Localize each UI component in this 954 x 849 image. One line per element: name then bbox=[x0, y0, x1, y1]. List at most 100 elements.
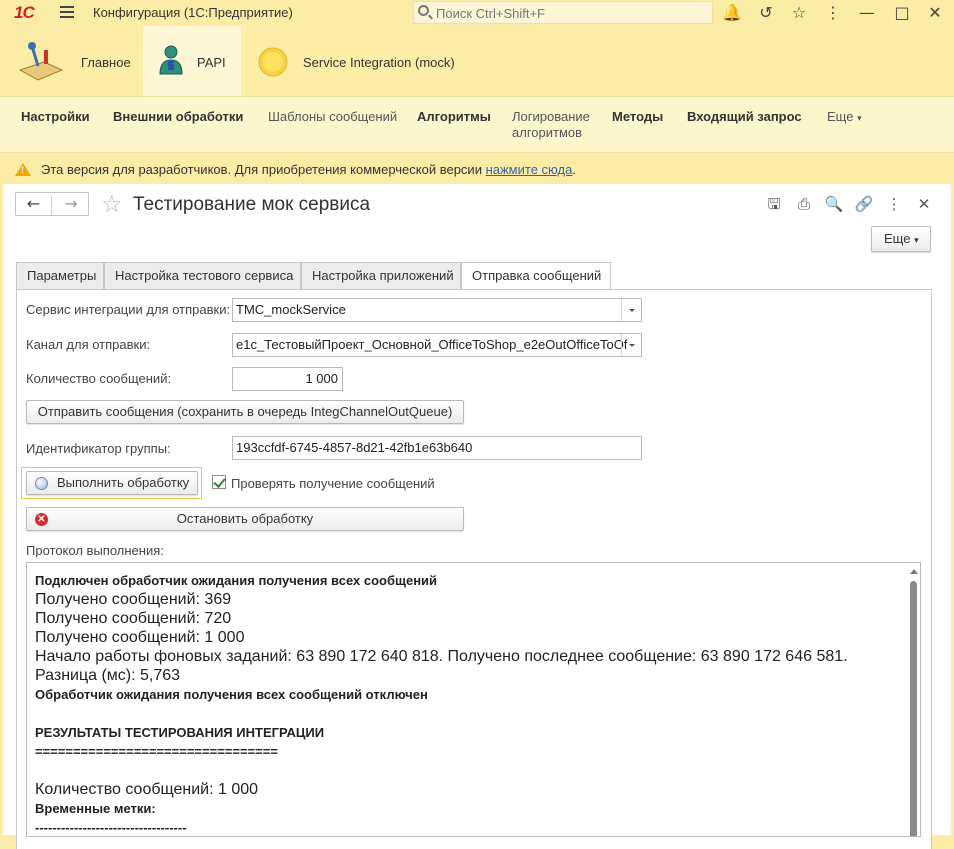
tab-send-messages[interactable]: Отправка сообщений bbox=[461, 262, 611, 291]
log-line: РЕЗУЛЬТАТЫ ТЕСТИРОВАНИЯ ИНТЕГРАЦИИ bbox=[35, 725, 325, 740]
history-icon[interactable]: ↺ bbox=[755, 2, 777, 24]
log-scrollbar[interactable] bbox=[909, 567, 918, 836]
warning-icon bbox=[15, 163, 31, 176]
app-logo: 1С bbox=[14, 3, 35, 22]
protocol-log[interactable]: Подключен обработчик ожидания получения … bbox=[26, 562, 921, 837]
section-label: PAPI bbox=[197, 55, 226, 70]
scroll-up-icon[interactable] bbox=[910, 569, 918, 574]
desk-lamp-icon bbox=[18, 42, 64, 81]
stop-processing-button[interactable]: ✕ Остановить обработку bbox=[26, 507, 464, 531]
developer-warning-bar: Эта версия для разработчиков. Для приобр… bbox=[0, 152, 954, 184]
navigation-buttons: ← → bbox=[15, 192, 89, 216]
search-box[interactable] bbox=[413, 1, 713, 24]
cmd-methods[interactable]: Методы bbox=[612, 109, 663, 125]
cmd-incoming-request[interactable]: Входящий запрос bbox=[687, 109, 802, 125]
check-receipt-label: Проверять получение сообщений bbox=[231, 476, 435, 491]
dropdown-arrow-icon[interactable] bbox=[621, 334, 641, 356]
close-window-icon[interactable]: ✕ bbox=[924, 2, 946, 24]
command-bar: Настройки Внешнии обработки Шаблоны сооб… bbox=[0, 96, 954, 152]
more-vertical-icon[interactable]: ⋮ bbox=[822, 2, 844, 24]
cmd-algorithms[interactable]: Алгоритмы bbox=[417, 109, 491, 125]
favorite-star-icon[interactable]: ☆ bbox=[101, 190, 123, 218]
preview-icon[interactable]: 🔍 bbox=[824, 194, 844, 214]
cmd-external-processing[interactable]: Внешнии обработки bbox=[113, 109, 243, 125]
form-more-label: Еще bbox=[884, 231, 911, 246]
section-main[interactable]: Главное bbox=[0, 26, 143, 96]
cmd-message-templates[interactable]: Шаблоны сообщений bbox=[268, 109, 397, 125]
section-service-integration[interactable]: Service Integration (mock) bbox=[241, 26, 481, 96]
section-papi[interactable]: PAPI bbox=[143, 26, 241, 96]
stop-icon: ✕ bbox=[35, 513, 48, 526]
log-line: Получено сообщений: 1 000 bbox=[35, 629, 245, 646]
purchase-link[interactable]: нажмите сюда bbox=[486, 162, 573, 177]
log-line: ----------------------------------- bbox=[35, 820, 187, 835]
count-input[interactable]: 1 000 bbox=[232, 367, 343, 391]
cmd-logging[interactable]: Логирование алгоритмов bbox=[512, 109, 590, 141]
cmd-more[interactable]: Еще ▾ bbox=[827, 109, 862, 126]
run-icon bbox=[35, 477, 48, 490]
log-line: Получено сообщений: 720 bbox=[35, 610, 232, 627]
link-icon[interactable]: 🔗 bbox=[854, 194, 874, 214]
channel-value: e1c_ТестовыйПроект_Основной_OfficeToShop… bbox=[236, 337, 628, 352]
save-icon[interactable]: 🖫 bbox=[764, 194, 784, 214]
close-icon[interactable]: ✕ bbox=[914, 194, 934, 214]
warning-tail: . bbox=[572, 162, 576, 177]
log-line: Начало работы фоновых заданий: 63 890 17… bbox=[35, 648, 848, 665]
person-icon bbox=[159, 45, 183, 75]
tab-parameters[interactable]: Параметры bbox=[16, 262, 104, 290]
scroll-thumb[interactable] bbox=[910, 581, 917, 836]
cmd-settings[interactable]: Настройки bbox=[21, 109, 90, 125]
send-messages-button[interactable]: Отправить сообщения (сохранить в очередь… bbox=[26, 400, 464, 424]
log-line: Разница (мс): 5,763 bbox=[35, 667, 181, 684]
check-receipt-checkbox[interactable] bbox=[212, 475, 226, 489]
favorites-star-icon[interactable]: ☆ bbox=[788, 2, 810, 24]
title-bar: 1С Конфигурация (1С:Предприятие) 🔔 ↺ ☆ ⋮… bbox=[0, 0, 954, 26]
minimize-icon[interactable]: — bbox=[856, 2, 878, 24]
dropdown-arrow-icon[interactable] bbox=[621, 299, 641, 321]
tab-app-settings[interactable]: Настройка приложений bbox=[301, 262, 461, 290]
cmd-more-label: Еще bbox=[827, 109, 854, 124]
more-vertical-icon[interactable]: ⋮ bbox=[884, 194, 904, 214]
print-icon[interactable]: ⎙ bbox=[794, 194, 814, 214]
group-id-input[interactable]: 193ccfdf-6745-4857-8d21-42fb1e63b640 bbox=[232, 436, 642, 460]
section-panel: Главное PAPI Service Integration (mock) bbox=[0, 26, 954, 96]
log-line: ================================ bbox=[35, 744, 278, 759]
cmd-logging-line1: Логирование bbox=[512, 109, 590, 124]
warning-text: Эта версия для разработчиков. Для приобр… bbox=[41, 162, 576, 177]
protocol-label: Протокол выполнения: bbox=[26, 543, 164, 558]
maximize-icon[interactable]: □ bbox=[891, 2, 913, 24]
form-window: ← → ☆ Тестирование мок сервиса 🖫 ⎙ 🔍 🔗 ⋮… bbox=[3, 184, 951, 849]
service-label: Сервис интеграции для отправки: bbox=[26, 302, 231, 317]
section-label: Главное bbox=[81, 55, 131, 70]
service-value: TMC_mockService bbox=[236, 302, 346, 317]
channel-select[interactable]: e1c_ТестовыйПроект_Основной_OfficeToShop… bbox=[232, 333, 642, 357]
log-lines: Подключен обработчик ожидания получения … bbox=[35, 571, 905, 836]
log-line: Количество сообщений: 1 000 bbox=[35, 781, 259, 798]
log-line: Обработчик ожидания получения всех сообщ… bbox=[35, 687, 428, 702]
run-button-label: Выполнить обработку bbox=[57, 475, 190, 490]
form-more-button[interactable]: Еще ▾ bbox=[871, 226, 931, 252]
forward-arrow-icon[interactable]: → bbox=[53, 195, 89, 215]
service-select[interactable]: TMC_mockService bbox=[232, 298, 642, 322]
form-title: Тестирование мок сервиса bbox=[133, 194, 371, 215]
warning-message: Эта версия для разработчиков. Для приобр… bbox=[41, 162, 486, 177]
window-title: Конфигурация (1С:Предприятие) bbox=[93, 5, 293, 20]
log-line: Временные метки: bbox=[35, 801, 156, 816]
tab-test-service-settings[interactable]: Настройка тестового сервиса bbox=[104, 262, 301, 290]
log-line: Получено сообщений: 369 bbox=[35, 591, 232, 608]
back-arrow-icon[interactable]: ← bbox=[16, 195, 52, 215]
search-input[interactable] bbox=[434, 4, 704, 22]
group-label: Идентификатор группы: bbox=[26, 441, 171, 456]
menu-icon[interactable] bbox=[60, 6, 74, 18]
channel-label: Канал для отправки: bbox=[26, 337, 151, 352]
run-processing-button[interactable]: Выполнить обработку bbox=[26, 471, 198, 495]
stop-button-label: Остановить обработку bbox=[176, 511, 314, 526]
bell-icon[interactable]: 🔔 bbox=[721, 2, 743, 24]
chevron-down-icon: ▾ bbox=[857, 113, 862, 123]
section-label: Service Integration (mock) bbox=[303, 55, 455, 70]
cmd-logging-line2: алгоритмов bbox=[512, 125, 583, 140]
search-icon bbox=[418, 5, 429, 16]
log-line: Подключен обработчик ожидания получения … bbox=[35, 573, 438, 588]
